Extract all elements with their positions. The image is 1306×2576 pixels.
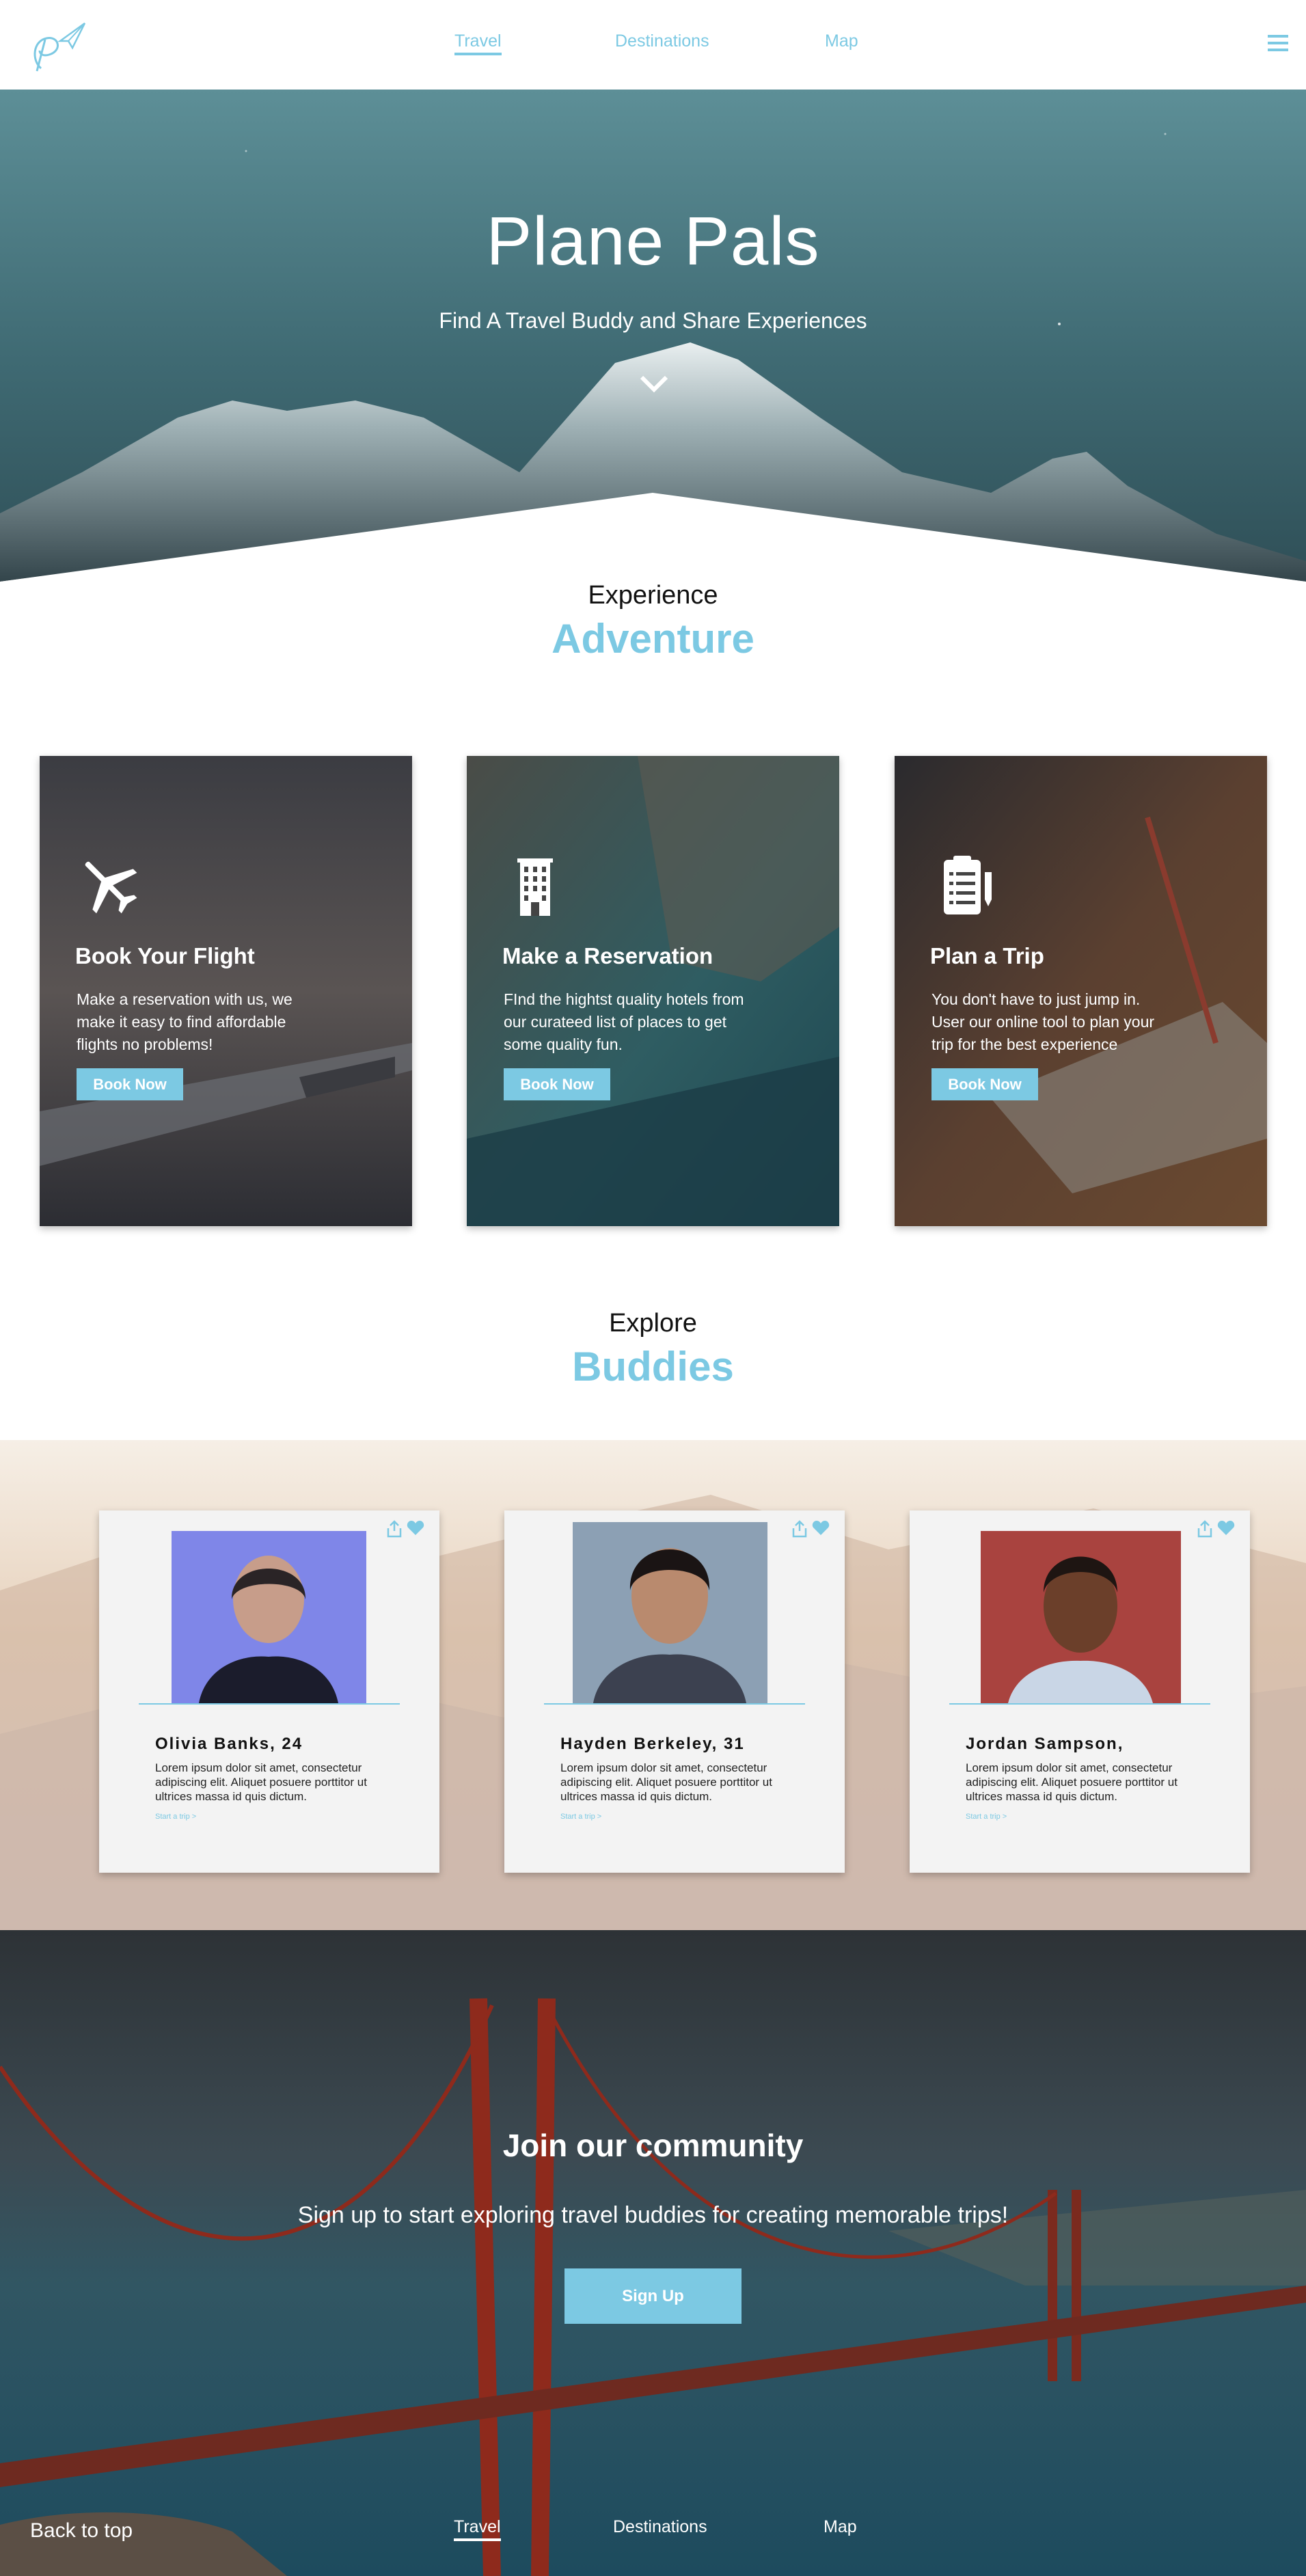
card-text: You don't have to just jump in. User our…	[931, 990, 1155, 1053]
hamburger-menu-icon[interactable]	[1268, 33, 1288, 53]
avatar	[573, 1522, 767, 1703]
card-text: Make a reservation with us, we make it e…	[77, 990, 293, 1053]
buddy-name: Jordan Sampson,	[966, 1735, 1124, 1753]
start-trip-link[interactable]: Start a trip >	[966, 1813, 1007, 1821]
sign-up-button[interactable]: Sign Up	[564, 2268, 742, 2324]
hero-title: Plane Pals	[486, 203, 820, 280]
buddy-card: Jordan Sampson, Lorem ipsum dolor sit am…	[910, 1510, 1250, 1873]
footer-nav-destinations[interactable]: Destinations	[613, 2517, 707, 2537]
community-title: Join our community	[502, 2128, 804, 2163]
buddy-description: Lorem ipsum dolor sit amet, consectetur …	[155, 1761, 367, 1803]
divider	[139, 1703, 400, 1705]
footer-nav-map[interactable]: Map	[824, 2517, 857, 2537]
buddy-description: Lorem ipsum dolor sit amet, consectetur …	[560, 1761, 772, 1803]
service-card-reservation: Make a Reservation FInd the hightst qual…	[467, 756, 839, 1226]
top-navbar: Travel Destinations Map	[0, 0, 1306, 90]
bridge-backdrop	[0, 1930, 1306, 2576]
divider	[949, 1703, 1210, 1705]
community-subtitle: Sign up to start exploring travel buddie…	[297, 2202, 1009, 2228]
chevron-down-icon[interactable]	[639, 373, 669, 394]
heart-icon[interactable]	[1217, 1520, 1235, 1536]
experience-title: Adventure	[552, 616, 754, 662]
explore-title: Buddies	[572, 1344, 734, 1389]
start-trip-link[interactable]: Start a trip >	[155, 1813, 196, 1821]
explore-kicker: Explore	[609, 1309, 697, 1338]
buddy-card: Hayden Berkeley, 31 Lorem ipsum dolor si…	[504, 1510, 845, 1873]
divider	[544, 1703, 805, 1705]
service-card-plan: Plan a Trip You don't have to just jump …	[895, 756, 1267, 1226]
community-section	[0, 1930, 1306, 2576]
book-now-button[interactable]: Book Now	[504, 1068, 610, 1100]
avatar	[172, 1531, 366, 1703]
book-now-button[interactable]: Book Now	[77, 1068, 183, 1100]
heart-icon[interactable]	[407, 1520, 424, 1536]
share-icon[interactable]	[1197, 1520, 1213, 1538]
nav-travel[interactable]: Travel	[454, 31, 502, 55]
card-text: FInd the hightst quality hotels from our…	[504, 990, 744, 1053]
card-title: Plan a Trip	[930, 943, 1044, 968]
share-icon[interactable]	[386, 1520, 403, 1538]
hero-subtitle: Find A Travel Buddy and Share Experience…	[439, 308, 867, 333]
airplane-icon	[85, 861, 137, 914]
service-card-flight: Book Your Flight Make a reservation with…	[40, 756, 412, 1226]
hero-section: Plane Pals Find A Travel Buddy and Share…	[0, 90, 1306, 582]
nav-map[interactable]: Map	[825, 31, 858, 51]
nav-destinations[interactable]: Destinations	[615, 31, 709, 51]
back-to-top-link[interactable]: Back to top	[30, 2519, 133, 2543]
card-title: Make a Reservation	[502, 943, 713, 968]
hotel-building-icon	[517, 858, 553, 916]
heart-icon[interactable]	[812, 1520, 830, 1536]
avatar	[981, 1531, 1181, 1703]
card-title: Book Your Flight	[75, 943, 255, 968]
buddy-name: Olivia Banks, 24	[155, 1735, 303, 1753]
share-icon[interactable]	[791, 1520, 808, 1538]
buddy-description: Lorem ipsum dolor sit amet, consectetur …	[966, 1761, 1178, 1803]
buddy-card: Olivia Banks, 24 Lorem ipsum dolor sit a…	[99, 1510, 439, 1873]
book-now-button[interactable]: Book Now	[931, 1068, 1038, 1100]
mountain-backdrop	[0, 90, 1306, 582]
experience-kicker: Experience	[588, 581, 718, 610]
logo-icon[interactable]	[26, 21, 87, 72]
footer-nav-travel[interactable]: Travel	[454, 2517, 501, 2541]
buddy-name: Hayden Berkeley, 31	[560, 1735, 745, 1753]
clipboard-list-icon	[944, 856, 992, 914]
start-trip-link[interactable]: Start a trip >	[560, 1813, 601, 1821]
